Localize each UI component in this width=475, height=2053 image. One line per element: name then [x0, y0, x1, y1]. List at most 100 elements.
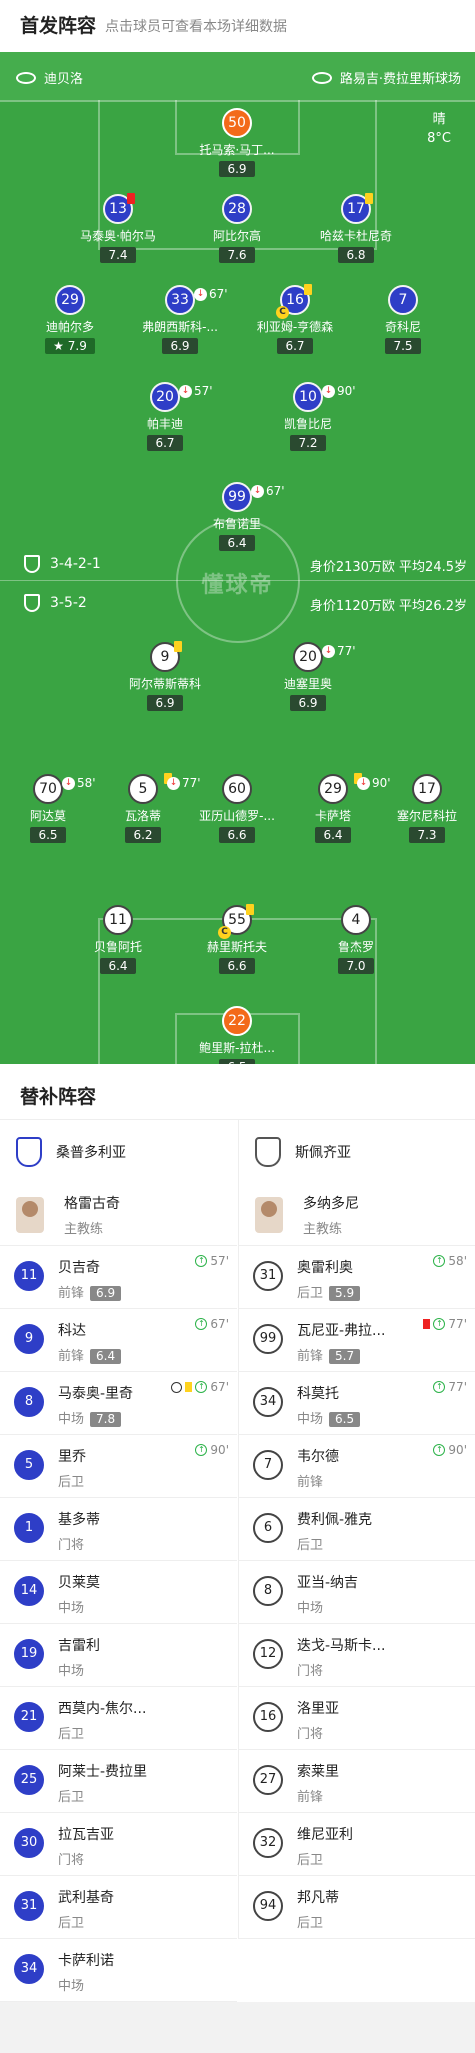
bench-player-row[interactable]: 27 索莱里 前锋: [239, 1750, 475, 1813]
player-name: 卡萨利诺: [58, 1953, 114, 1969]
player-number: 29: [55, 285, 85, 315]
player-name: 贝鲁阿托: [93, 940, 142, 954]
player-home[interactable]: 33 ↓ 67' 弗朗西斯科-... 6.9: [125, 285, 235, 354]
bench-player-row[interactable]: 19 吉雷利 中场: [0, 1624, 237, 1687]
player-rating: 6.7: [277, 338, 313, 354]
bench-player-row[interactable]: 1 基多蒂 门将: [0, 1498, 237, 1561]
player-number: 34: [14, 1954, 44, 1984]
player-number: 8: [253, 1576, 283, 1606]
sub-time: 90': [337, 384, 356, 398]
player-rating: 6.4: [219, 535, 255, 551]
bench-player-row[interactable]: 9 科达 前锋 6.4 ↑ 67': [0, 1309, 237, 1372]
player-number: 34: [253, 1387, 283, 1417]
player-rating: 6.2: [125, 827, 161, 843]
player-position: 中场: [58, 1601, 85, 1616]
home-bench-team[interactable]: 桑普多利亚: [0, 1120, 237, 1184]
sub-time: 67': [266, 484, 285, 498]
player-away[interactable]: 20 ↓ 77' 迪塞里奥 6.9: [253, 642, 363, 711]
home-coach[interactable]: 格雷古奇 主教练: [0, 1184, 237, 1246]
sub-time: 90': [448, 1443, 467, 1457]
goal-ball-icon: [171, 1381, 183, 1393]
player-away[interactable]: 17 塞尔尼科拉 7.3: [372, 774, 475, 843]
player-number: 55 C: [218, 904, 254, 939]
player-away[interactable]: 22鲍里斯-拉杜...6.5: [182, 1006, 292, 1064]
player-rating: ★ 7.9: [45, 338, 95, 354]
player-home[interactable]: 28 阿比尔高 7.6: [182, 194, 292, 263]
yellow-card-icon: [185, 1382, 193, 1392]
player-rating: 6.9: [290, 695, 326, 711]
player-name: 马泰奥·帕尔马: [80, 229, 156, 243]
player-away[interactable]: 4 鲁杰罗 7.0: [301, 905, 411, 974]
player-home[interactable]: 10 ↓ 90' 凯鲁比尼 7.2: [253, 382, 363, 451]
player-position: 前锋: [297, 1790, 324, 1805]
player-home[interactable]: 50 托马索·马丁... 6.9: [182, 108, 292, 177]
home-team-name: 桑普多利亚: [56, 1145, 126, 1161]
home-team-logo-icon: [24, 555, 40, 573]
bench-player-row[interactable]: 5 里乔 后卫 ↑ 90': [0, 1435, 237, 1498]
away-venue-label: 路易吉·费拉里斯球场: [339, 72, 461, 87]
player-home[interactable]: 16 C 利亚姆-亨德森 6.7: [240, 284, 350, 354]
player-name: 阿比尔高: [212, 229, 261, 243]
bench-player-row[interactable]: 34 卡萨利诺 中场: [0, 1939, 237, 2002]
player-away[interactable]: 60 亚历山德罗-... 6.6: [182, 774, 292, 843]
player-number: 22: [222, 1006, 252, 1036]
player-rating: 7.4: [100, 247, 136, 263]
lineup-page: 首发阵容 点击球员可查看本场详细数据 懂球帝 迪贝洛 路易吉·费拉里斯球场 晴 …: [0, 0, 475, 2053]
player-rating: 6.4: [100, 958, 136, 974]
player-rating: 7.5: [385, 338, 421, 354]
player-home[interactable]: 99 ↓ 67' 布鲁诺里 6.4: [182, 482, 292, 551]
player-name: 迭戈-马斯卡...: [297, 1638, 386, 1654]
home-venue: 迪贝洛: [16, 68, 83, 87]
bench-player-row[interactable]: 30 拉瓦吉亚 门将: [0, 1813, 237, 1876]
sub-time: 57': [210, 1254, 229, 1268]
bench-player-row[interactable]: 99 瓦尼亚-弗拉... 前锋 5.7 ↑ 77': [239, 1309, 475, 1372]
player-home[interactable]: 13 马泰奥·帕尔马 7.4: [63, 193, 173, 263]
bench-player-row[interactable]: 8 马泰奥-里奇 中场 7.8 ↑ 67': [0, 1372, 237, 1435]
sub-in-icon: ↑: [433, 1318, 446, 1330]
player-home[interactable]: 20 ↓ 57' 帕丰迪 6.7: [110, 382, 220, 451]
player-rating: 6.8: [338, 247, 374, 263]
bench-player-row[interactable]: 16 洛里亚 门将: [239, 1687, 475, 1750]
bench-player-row[interactable]: 6 费利佩-雅克 后卫: [239, 1498, 475, 1561]
bench-player-row[interactable]: 14 贝莱莫 中场: [0, 1561, 237, 1624]
player-number: 11: [103, 905, 133, 935]
player-position: 后卫: [58, 1916, 85, 1931]
player-away[interactable]: 9 阿尔蒂斯蒂科 6.9: [110, 641, 220, 711]
bench-player-row[interactable]: 25 阿莱士-费拉里 后卫: [0, 1750, 237, 1813]
player-name: 维尼亚利: [297, 1827, 353, 1843]
away-venue: 路易吉·费拉里斯球场: [311, 68, 461, 87]
player-number: 19: [14, 1639, 44, 1669]
sub-out-icon: ↓: [357, 776, 370, 790]
bench-player-row[interactable]: 34 科莫托 中场 6.5 ↑ 77': [239, 1372, 475, 1435]
home-venue-label: 迪贝洛: [44, 72, 84, 87]
player-rating: 5.9: [329, 1286, 361, 1301]
bench-player-row[interactable]: 8 亚当-纳吉 中场: [239, 1561, 475, 1624]
bench-player-row[interactable]: 21 西莫内-焦尔... 后卫: [0, 1687, 237, 1750]
player-position: 中场 7.8: [58, 1408, 237, 1427]
sub-in-icon: ↑: [433, 1444, 446, 1456]
player-number: 60: [222, 774, 252, 804]
sub-in-icon: ↑: [195, 1255, 208, 1267]
bench-player-row[interactable]: 31 奥雷利奥 后卫 5.9 ↑ 58': [239, 1246, 475, 1309]
sub-time: 67': [210, 1317, 229, 1331]
away-coach[interactable]: 多纳多尼 主教练: [239, 1184, 475, 1246]
bench-player-row[interactable]: 94 邦凡蒂 后卫: [239, 1876, 475, 1939]
sub-time: 77': [448, 1380, 467, 1394]
substitution-out: ↓ 77': [322, 638, 356, 664]
bench-player-row[interactable]: 32 维尼亚利 后卫: [239, 1813, 475, 1876]
bench-player-row[interactable]: 7 韦尔德 前锋 ↑ 90': [239, 1435, 475, 1498]
home-formation: 3-4-2-1: [24, 555, 101, 573]
player-home[interactable]: 17 哈兹卡杜尼奇 6.8: [301, 193, 411, 263]
bench-player-row[interactable]: 12 迭戈-马斯卡... 门将: [239, 1624, 475, 1687]
away-bench-team[interactable]: 斯佩齐亚: [239, 1120, 475, 1184]
player-home[interactable]: 29 迪帕尔多 ★ 7.9: [15, 285, 125, 354]
player-number: 7: [253, 1450, 283, 1480]
bench-player-row[interactable]: 31 武利基奇 后卫: [0, 1876, 237, 1939]
player-away[interactable]: 11 贝鲁阿托 6.4: [63, 905, 173, 974]
bench-player-row[interactable]: 11 贝吉奇 前锋 6.9 ↑ 57': [0, 1246, 237, 1309]
player-home[interactable]: 7 奇科尼 7.5: [348, 285, 458, 354]
player-name: 托马索·马丁...: [199, 143, 275, 157]
player-away[interactable]: 55 C 赫里斯托夫 6.6: [182, 904, 292, 974]
player-number: 9: [14, 1324, 44, 1354]
player-number: 13: [103, 193, 135, 224]
